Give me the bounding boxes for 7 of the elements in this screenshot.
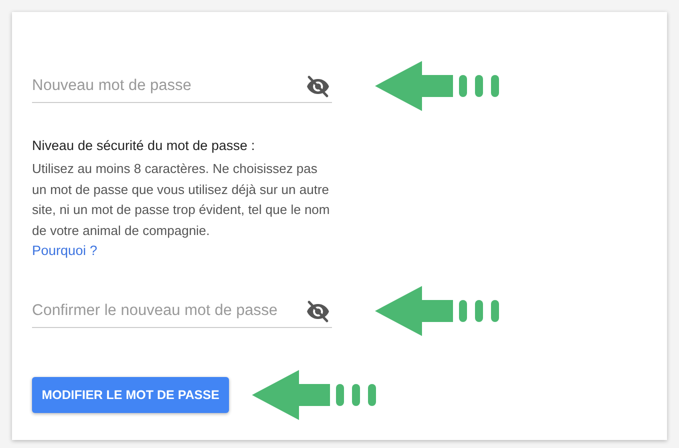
strength-title: Niveau de sécurité du mot de passe : <box>32 137 256 155</box>
why-link[interactable]: Pourquoi ? <box>32 241 98 261</box>
form-card: Nouveau mot de passe Niveau de sécurité du mot de passe : Utilisez au moins 8 caractères. Ne choisissez pas un mot de passe que vous utilisez déjà sur un autre site, ni un mot de passe trop évident, tel que le nom de votre animal de compagnie. Pourquoi ? Confirmer le nouveau mot de passe MODIFIER LE MOT DE PASSE <box>12 12 667 440</box>
visibility-toggle-icon[interactable] <box>306 74 330 98</box>
visibility-toggle-icon[interactable] <box>306 298 330 322</box>
change-password-button[interactable]: MODIFIER LE MOT DE PASSE <box>32 377 229 413</box>
help-text: Utilisez au moins 8 caractères. Ne choisissez pas un mot de passe que vous utilisez déjà sur un autre site, ni un mot de passe trop évident, tel que le nom de votre animal de compagnie. <box>32 160 331 240</box>
